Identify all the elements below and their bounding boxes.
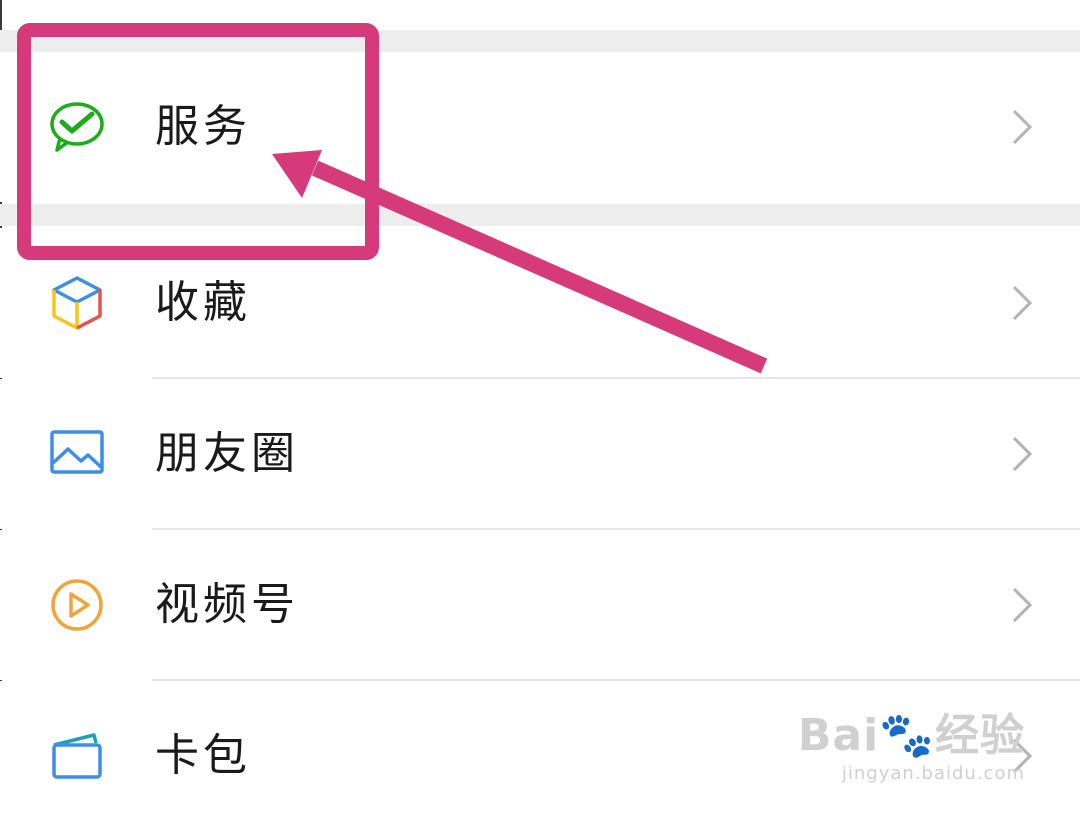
watermark-brand: Bai🐾经验	[797, 710, 1025, 761]
moments-photo-icon	[48, 425, 106, 483]
menu-item-label: 视频号	[155, 579, 299, 630]
card-wallet-icon	[48, 727, 106, 785]
watermark-url: jingyan.baidu.com	[841, 763, 1025, 784]
menu-item-label: 收藏	[155, 277, 251, 328]
section-separator	[0, 204, 1080, 226]
watermark: Bai🐾经验 jingyan.baidu.com	[798, 699, 1025, 784]
menu-item-channels[interactable]: 视频号	[0, 530, 1080, 680]
chevron-right-icon	[1010, 434, 1034, 474]
menu-item-services[interactable]: 服务	[0, 52, 1080, 202]
chevron-right-icon	[1010, 283, 1034, 323]
wechat-pay-icon	[48, 98, 106, 156]
favorites-cube-icon	[48, 274, 106, 332]
menu-item-label: 服务	[155, 101, 251, 152]
menu-item-favorites[interactable]: 收藏	[0, 228, 1080, 378]
chevron-right-icon	[1010, 585, 1034, 625]
channels-play-icon	[48, 576, 106, 634]
menu-item-label: 卡包	[155, 730, 251, 781]
menu-item-label: 朋友圈	[155, 428, 299, 479]
chevron-right-icon	[1010, 107, 1034, 147]
menu-item-moments[interactable]: 朋友圈	[0, 379, 1080, 529]
section-separator	[0, 30, 1080, 52]
